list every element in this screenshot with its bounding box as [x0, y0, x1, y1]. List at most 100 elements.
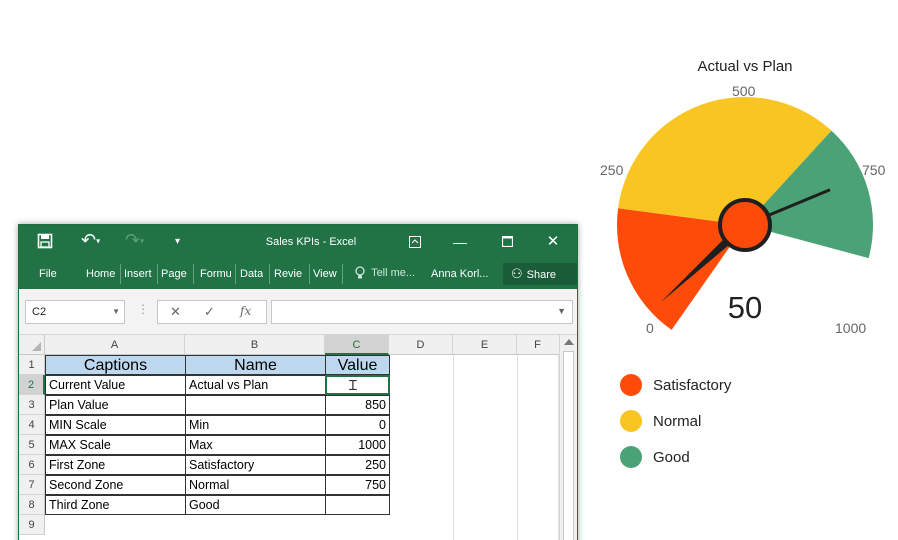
share-button[interactable]: ⚇ Share	[503, 263, 577, 285]
title-bar: ↶▾ ↷▾ ▾ Sales KPIs - Excel — ✕	[19, 225, 577, 259]
table-cell[interactable]: Third Zone	[45, 495, 186, 515]
minimize-button[interactable]: —	[446, 231, 474, 253]
table-cell[interactable]: Normal	[185, 475, 326, 495]
vertical-scrollbar[interactable]	[559, 335, 577, 540]
name-box[interactable]: C2 ▼	[25, 300, 125, 324]
tab-separator	[235, 264, 236, 284]
enter-icon[interactable]: ✓	[204, 304, 215, 320]
column-header-d[interactable]: D	[389, 335, 453, 355]
ribbon-tabs: File Home Insert Page Formu Data Revie V…	[19, 259, 577, 289]
gauge-zone-normal	[618, 97, 832, 225]
cancel-icon[interactable]: ✕	[170, 304, 181, 320]
tab-separator	[157, 264, 158, 284]
tick-label-500: 500	[732, 83, 756, 99]
table-cell[interactable]: Actual vs Plan	[185, 375, 326, 395]
maximize-button[interactable]	[493, 231, 521, 253]
excel-window: ↶▾ ↷▾ ▾ Sales KPIs - Excel — ✕ File Home…	[18, 224, 578, 540]
row-header[interactable]: 2	[19, 375, 45, 395]
close-button[interactable]: ✕	[539, 231, 567, 253]
table-header-captions[interactable]: Captions	[45, 355, 186, 375]
tab-home[interactable]: Home	[86, 268, 118, 280]
empty-cell-region[interactable]	[390, 355, 454, 540]
table-cell[interactable]: Max	[185, 435, 326, 455]
name-box-value: C2	[32, 306, 47, 318]
tick-label-0: 0	[646, 320, 654, 336]
share-label: Share	[526, 269, 557, 281]
table-cell[interactable]: Current Value	[45, 375, 186, 395]
table-cell[interactable]: 0	[325, 415, 390, 435]
table-cell[interactable]: 1000	[325, 435, 390, 455]
tab-data[interactable]: Data	[240, 268, 263, 280]
gauge-value: 50	[727, 290, 763, 325]
row-header[interactable]: 5	[19, 435, 45, 455]
legend-label: Normal	[653, 413, 702, 430]
table-cell[interactable]: Good	[185, 495, 326, 515]
window-title-text: Sales KPIs - Excel	[265, 236, 357, 248]
row-header[interactable]: 6	[19, 455, 45, 475]
tab-page[interactable]: Page	[161, 268, 187, 280]
tell-me-box[interactable]: Tell me...	[355, 266, 415, 280]
scroll-up-icon[interactable]	[564, 339, 574, 345]
row-header[interactable]: 8	[19, 495, 45, 515]
column-header-a[interactable]: A	[45, 335, 185, 355]
formula-bar: C2 ▼ ⋮ ✕ ✓ fx ▼	[19, 289, 577, 335]
table-cell[interactable]: 750	[325, 475, 390, 495]
select-all-button[interactable]	[19, 335, 45, 355]
legend-swatch-good	[620, 446, 642, 468]
person-icon: ⚇	[511, 266, 523, 281]
row-header[interactable]: 3	[19, 395, 45, 415]
active-cell-c2[interactable]	[325, 375, 390, 395]
legend-label: Good	[653, 449, 690, 466]
table-cell[interactable]	[185, 395, 326, 415]
table-header-value[interactable]: Value	[325, 355, 390, 375]
tell-me-text: Tell me...	[371, 266, 416, 279]
column-header-e[interactable]: E	[453, 335, 517, 355]
more-icon: ⋮	[137, 302, 149, 316]
gauge-hub	[718, 198, 772, 252]
column-header-b[interactable]: B	[185, 335, 325, 355]
empty-cell-region[interactable]	[518, 355, 559, 540]
tab-formulas[interactable]: Formu	[200, 268, 232, 280]
lightbulb-icon	[355, 266, 365, 279]
tab-separator	[193, 264, 194, 284]
tick-label-250: 250	[600, 162, 624, 178]
formula-input[interactable]: ▼	[271, 300, 573, 324]
table-cell[interactable]: 250	[325, 455, 390, 475]
table-cell[interactable]: Second Zone	[45, 475, 186, 495]
tab-view[interactable]: View	[313, 268, 337, 280]
legend-swatch-normal	[620, 410, 642, 432]
table-cell[interactable]: Min	[185, 415, 326, 435]
table-cell[interactable]: Plan Value	[45, 395, 186, 415]
tab-review[interactable]: Revie	[274, 268, 306, 280]
table-cell[interactable]: Satisfactory	[185, 455, 326, 475]
table-cell[interactable]	[325, 495, 390, 515]
text-cursor-icon: Ɪ	[349, 377, 357, 393]
tab-separator	[309, 264, 310, 284]
tab-file[interactable]: File	[39, 268, 57, 280]
row-header[interactable]: 7	[19, 475, 45, 495]
insert-function-icon[interactable]: fx	[240, 304, 251, 318]
table-header-name[interactable]: Name	[185, 355, 326, 375]
legend-swatch-satisfactory	[620, 374, 642, 396]
tick-label-750: 750	[862, 162, 886, 178]
gauge-zone-good	[745, 130, 873, 259]
worksheet-grid[interactable]: A B C D E F 1 2 3 4 5 6 7 8 9 Captions N…	[19, 335, 577, 540]
scroll-thumb[interactable]	[563, 351, 574, 540]
tab-insert[interactable]: Insert	[124, 268, 152, 280]
expand-formula-icon[interactable]: ▼	[557, 306, 566, 316]
table-cell[interactable]: 850	[325, 395, 390, 415]
row-header[interactable]: 9	[19, 515, 45, 535]
table-cell[interactable]: MIN Scale	[45, 415, 186, 435]
row-header[interactable]: 1	[19, 355, 45, 375]
column-header-c[interactable]: C	[325, 335, 389, 355]
screen: Actual vs Plan 0 250 500 750 1000 50 Sat…	[0, 0, 898, 540]
user-name[interactable]: Anna Korl...	[431, 268, 488, 280]
tab-separator	[269, 264, 270, 284]
row-header[interactable]: 4	[19, 415, 45, 435]
ribbon-display-icon[interactable]	[401, 231, 429, 253]
chevron-down-icon[interactable]: ▼	[112, 301, 120, 323]
empty-cell-region[interactable]	[454, 355, 518, 540]
table-cell[interactable]: MAX Scale	[45, 435, 186, 455]
tab-separator	[120, 264, 121, 284]
table-cell[interactable]: First Zone	[45, 455, 186, 475]
